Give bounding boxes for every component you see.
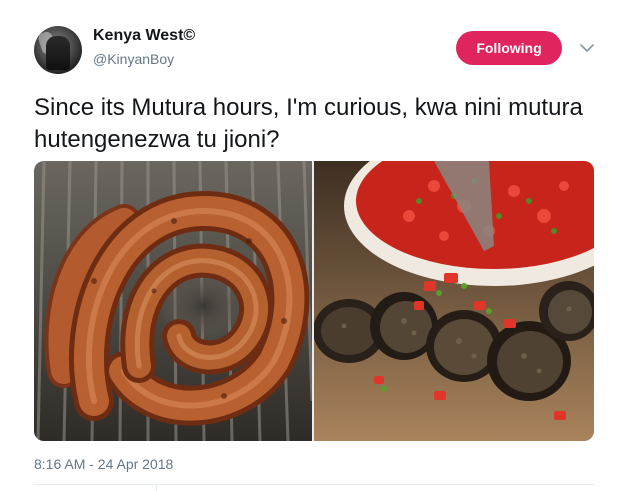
tweet-media [34,161,594,441]
following-button[interactable]: Following [456,31,562,65]
author-display-name[interactable]: Kenya West© [93,27,195,45]
stats-separator [156,484,157,491]
tweet-text: Since its Mutura hours, I'm curious, kwa… [34,94,583,153]
author-handle[interactable]: @KinyanBoy [93,51,174,67]
tweet-menu-button[interactable] [577,38,597,58]
chevron-down-icon [580,43,594,52]
divider [34,484,594,485]
author-avatar[interactable] [34,26,82,74]
sliced-mutura-with-kachumbari-photo[interactable] [314,161,594,441]
avatar-figure [46,36,70,70]
tweet-timestamp[interactable]: 8:16 AM - 24 Apr 2018 [34,456,173,472]
grilled-sausage-coil-photo[interactable] [34,161,312,441]
